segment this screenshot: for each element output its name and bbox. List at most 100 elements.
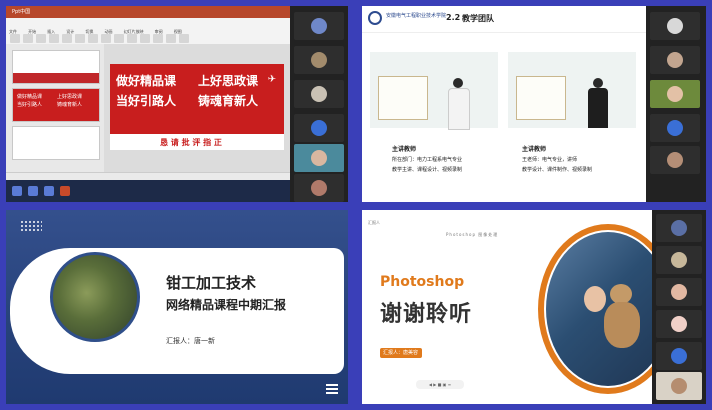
thumb-text: 做好精品课 (17, 94, 43, 100)
slide-thumbnail[interactable]: 做好精品课 上好思政课 当好引路人 铸魂育新人 (12, 88, 100, 122)
teacher-info: 王老师：电气专业，讲师 (522, 157, 578, 163)
tool-icon[interactable] (49, 34, 59, 43)
slide-thumbnails-panel: 做好精品课 上好思政课 当好引路人 铸魂育新人 (6, 44, 104, 172)
user-avatar-icon (667, 120, 683, 136)
user-avatar-icon (671, 316, 687, 332)
window-title: Ppt中国 (12, 9, 31, 15)
tool-icon[interactable] (127, 34, 137, 43)
teacher-panel-left (370, 52, 498, 130)
user-avatar-icon (671, 284, 687, 300)
slide-editor-canvas[interactable]: 做好精品课 上好思政课 当好引路人 铸魂育新人 ✈ 恳 请 批 评 指 正 (104, 44, 290, 172)
closing-slide: 汇报人 Photoshop 图像处理 Photoshop 谢谢聆听 汇报人：唐美… (362, 210, 678, 404)
participant-video[interactable] (294, 174, 344, 202)
section-number: 2.2 (446, 13, 461, 22)
screen-share-report-cover: 钳工加工技术 网络精品课程中期汇报 汇报人：唐一新 (6, 210, 348, 404)
user-avatar-icon (671, 348, 687, 364)
teacher-role: 主讲教师 (522, 146, 547, 153)
teacher-figure (448, 78, 470, 130)
tool-icon[interactable] (62, 34, 72, 43)
section-title: 教学团队 (462, 14, 494, 23)
slide-footer-band: 恳 请 批 评 指 正 (110, 134, 284, 150)
bird-logo-icon: ✈ (267, 74, 276, 85)
user-avatar-icon (667, 52, 683, 68)
participant-video[interactable] (656, 342, 702, 370)
cover-title: 钳工加工技术 (166, 274, 257, 292)
thumb-text: 上好思政课 (57, 94, 83, 100)
powerpoint-icon[interactable] (60, 186, 70, 196)
slide-text: 当好引路人 (116, 94, 177, 108)
tool-icon[interactable] (153, 34, 163, 43)
user-avatar-icon (667, 152, 683, 168)
teacher-panel-right (508, 52, 636, 128)
participant-strip (646, 6, 706, 202)
participant-video-active[interactable] (294, 144, 344, 172)
school-logo-icon (368, 11, 382, 25)
participant-strip (652, 210, 706, 404)
participant-video[interactable] (656, 214, 702, 242)
slide-text: 做好精品课 (116, 74, 177, 88)
start-icon[interactable] (12, 186, 22, 196)
participant-video[interactable] (650, 80, 700, 108)
info-card (516, 76, 566, 120)
participant-video[interactable] (294, 46, 344, 74)
hamburger-menu-icon[interactable] (326, 384, 338, 396)
slide-thumbnail[interactable] (12, 126, 100, 160)
window-title-bar[interactable]: Ppt中国 (6, 6, 290, 18)
dot-pattern (20, 220, 42, 232)
user-avatar-icon (311, 150, 327, 166)
participant-strip (290, 6, 348, 202)
teacher-role: 主讲教师 (392, 146, 417, 153)
participant-video[interactable] (294, 114, 344, 142)
screen-share-photoshop-slide: 汇报人 Photoshop 图像处理 Photoshop 谢谢聆听 汇报人：唐美… (362, 210, 706, 404)
ribbon-toolbar (10, 28, 286, 43)
slide-header: 安徽电气工程职业技术学院 2.2 教学团队 (362, 6, 646, 33)
slide-footer-text: 恳 请 批 评 指 正 (160, 138, 222, 147)
reporter-name: 汇报人：唐一新 (166, 337, 215, 345)
screen-share-powerpoint: Ppt中国 文件 开始 插入 设计 切换 动画 幻灯片放映 审阅 视图 做好精品… (6, 6, 348, 202)
participant-video[interactable] (650, 114, 700, 142)
participant-video[interactable] (650, 146, 700, 174)
tool-icon[interactable] (166, 34, 176, 43)
app-icon[interactable] (28, 186, 38, 196)
participant-video-active[interactable] (656, 372, 702, 400)
tool-icon[interactable] (36, 34, 46, 43)
user-avatar-icon (667, 18, 683, 34)
teacher-figure (588, 78, 608, 128)
tool-icon[interactable] (114, 34, 124, 43)
user-avatar-icon (311, 86, 327, 102)
tool-icon[interactable] (140, 34, 150, 43)
tool-icon[interactable] (23, 34, 33, 43)
tool-icon[interactable] (10, 34, 20, 43)
taskbar (6, 180, 290, 202)
info-card (378, 76, 428, 120)
team-slide: 安徽电气工程职业技术学院 2.2 教学团队 主讲教师 所在部门：电力工程系电气专… (362, 6, 646, 202)
participant-video[interactable] (656, 246, 702, 274)
user-avatar-icon (671, 252, 687, 268)
participant-video[interactable] (294, 80, 344, 108)
participant-video[interactable] (650, 12, 700, 40)
tool-icon[interactable] (179, 34, 189, 43)
user-avatar-icon (671, 220, 687, 236)
tool-icon[interactable] (75, 34, 85, 43)
workshop-photo (50, 252, 140, 342)
slide-header-label: Photoshop 图像处理 (446, 232, 499, 237)
user-avatar-icon (311, 120, 327, 136)
teacher-info: 教学设计、课件制作、视频录制 (522, 167, 593, 173)
participant-video[interactable] (650, 46, 700, 74)
user-avatar-icon (671, 378, 687, 394)
participant-video[interactable] (656, 310, 702, 338)
current-slide[interactable]: 做好精品课 上好思政课 当好引路人 铸魂育新人 ✈ 恳 请 批 评 指 正 (110, 64, 284, 150)
slideshow-controls[interactable]: ◀ ▶ ■ ▣ ≡ (416, 380, 464, 389)
thanks-text: 谢谢聆听 (380, 302, 473, 327)
app-icon[interactable] (44, 186, 54, 196)
slide-thumbnail[interactable] (12, 50, 100, 84)
tool-icon[interactable] (101, 34, 111, 43)
school-name: 安徽电气工程职业技术学院 (386, 13, 447, 19)
teacher-info: 教学主讲、课程设计、视频录制 (392, 167, 463, 173)
tool-icon[interactable] (88, 34, 98, 43)
presenter-badge: 汇报人：唐美容 (380, 348, 422, 358)
participant-video[interactable] (656, 278, 702, 306)
user-avatar-icon (311, 52, 327, 68)
participant-video[interactable] (294, 12, 344, 40)
cover-subtitle: 网络精品课程中期汇报 (166, 298, 287, 312)
